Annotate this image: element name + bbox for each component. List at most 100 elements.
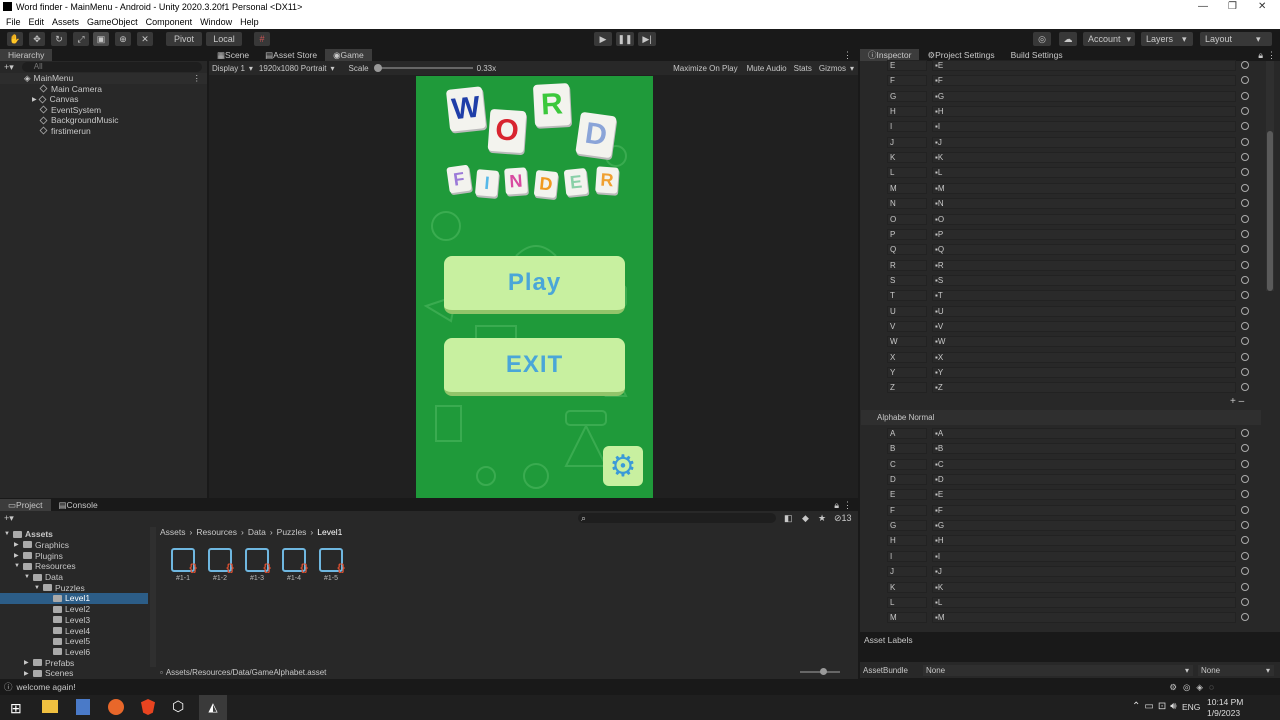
hierarchy-item[interactable]: Main Camera [0,84,207,95]
breadcrumb-item[interactable]: Data [248,527,266,537]
expand-arrow-icon[interactable]: ▶ [32,96,37,103]
sprite-object-field[interactable]: ▪H [932,535,1236,547]
sprite-object-field[interactable]: ▪G [932,520,1236,532]
expand-arrow-icon[interactable]: ▶ [14,552,20,559]
hierarchy-item[interactable]: ▶ Canvas [0,94,207,105]
play-icon[interactable]: ▶ [594,32,612,46]
sprite-object-field[interactable]: ▪T [932,290,1236,302]
collab-icon[interactable]: ◎ [1033,32,1051,46]
sprite-object-field[interactable]: ▪J [932,136,1236,148]
grid-snap-icon[interactable]: # [254,32,270,46]
add-icon[interactable]: +▾ [4,513,14,524]
expand-arrow-icon[interactable]: ▼ [14,563,20,569]
breadcrumb-item[interactable]: Puzzles [277,527,307,537]
breadcrumb-item[interactable]: Resources [196,527,237,537]
project-search-input[interactable]: ⌕ [578,513,776,523]
object-picker-icon[interactable] [1241,214,1249,223]
project-tree-item[interactable]: Level3 [0,615,148,626]
letter-key-field[interactable]: L [887,596,927,608]
object-picker-icon[interactable] [1241,429,1249,437]
transform-tool-icon[interactable]: ⊕ [115,32,131,46]
tab-game[interactable]: ◉ Game [325,49,372,61]
sprite-object-field[interactable]: ▪V [932,320,1236,332]
sprite-object-field[interactable]: ▪E [932,60,1236,71]
object-picker-icon[interactable] [1241,613,1249,622]
file-explorer-icon[interactable] [42,700,58,713]
sprite-object-field[interactable]: ▪B [932,443,1236,455]
menu-window[interactable]: Window [200,17,232,27]
sprite-object-field[interactable]: ▪A [932,428,1236,439]
sprite-object-field[interactable]: ▪F [932,504,1236,516]
scene-row[interactable]: ◈ MainMenu ⋮ [0,73,207,84]
letter-key-field[interactable]: J [887,566,927,578]
scrollbar-thumb[interactable] [1267,131,1273,291]
brave-icon[interactable] [141,699,155,715]
object-picker-icon[interactable] [1241,337,1249,346]
letter-key-field[interactable]: I [887,121,927,133]
account-dropdown[interactable]: Account ▾ [1083,32,1135,46]
expand-arrow-icon[interactable]: ▼ [34,585,40,591]
sprite-object-field[interactable]: ▪G [932,90,1236,102]
calculator-icon[interactable] [76,699,90,715]
object-picker-icon[interactable] [1241,567,1249,576]
sprite-object-field[interactable]: ▪J [932,566,1236,578]
menu-component[interactable]: Component [146,17,193,27]
list-add-icon[interactable]: + – [1230,396,1244,407]
sprite-object-field[interactable]: ▪Y [932,367,1236,378]
settings-game-button[interactable]: ⚙ [603,446,643,486]
stats-toggle[interactable]: Stats [794,64,812,73]
language-indicator[interactable]: ENG [1182,702,1200,712]
kebab-menu-icon[interactable]: ⋮ [1267,50,1276,61]
letter-key-field[interactable]: C [887,458,927,470]
object-picker-icon[interactable] [1241,122,1249,131]
letter-key-field[interactable]: K [887,581,927,593]
letter-key-field[interactable]: T [887,290,927,302]
close-button[interactable]: ✕ [1258,1,1266,12]
object-picker-icon[interactable] [1241,306,1249,315]
object-picker-icon[interactable] [1241,368,1249,376]
expand-arrow-icon[interactable]: ▶ [14,541,20,548]
sprite-object-field[interactable]: ▪S [932,274,1236,286]
sprite-object-field[interactable]: ▪M [932,182,1236,194]
sprite-object-field[interactable]: ▪W [932,336,1236,348]
sprite-object-field[interactable]: ▪D [932,474,1236,486]
asset-variant-dropdown[interactable]: None ▾ [1198,664,1274,676]
menu-file[interactable]: File [6,17,21,27]
letter-key-field[interactable]: M [887,612,927,624]
object-picker-icon[interactable] [1241,76,1249,85]
project-tree-item[interactable]: ▶ Graphics [0,540,148,551]
letter-key-field[interactable]: B [887,443,927,455]
tree-scrollbar[interactable] [150,527,156,667]
letter-key-field[interactable]: D [887,474,927,486]
breadcrumb-item[interactable]: Assets [160,527,186,537]
letter-key-field[interactable]: Z [887,382,927,394]
play-game-button[interactable]: Play [444,256,625,314]
unity-editor-icon[interactable]: ◭ [199,695,227,720]
object-picker-icon[interactable] [1241,137,1249,146]
letter-key-field[interactable]: F [887,75,927,87]
object-picker-icon[interactable] [1241,383,1249,392]
object-picker-icon[interactable] [1241,597,1249,606]
project-tree-item[interactable]: ▼ Assets [0,529,148,540]
mute-audio-toggle[interactable]: Mute Audio [747,64,787,73]
pivot-toggle[interactable]: Pivot [166,32,202,46]
object-picker-icon[interactable] [1241,521,1249,530]
sprite-object-field[interactable]: ▪P [932,228,1236,240]
hand-tool-icon[interactable]: ✋ [7,32,23,46]
tab-console[interactable]: ▤ Console [51,499,106,511]
project-tree-item[interactable]: Level6 [0,647,148,658]
icon-size-slider[interactable] [800,668,840,675]
object-picker-icon[interactable] [1241,107,1249,116]
expand-arrow-icon[interactable]: ▶ [24,670,30,677]
object-picker-icon[interactable] [1241,444,1249,453]
label-icon[interactable]: ◆ [802,513,809,524]
expand-arrow-icon[interactable]: ▼ [4,531,10,537]
sprite-object-field[interactable]: ▪E [932,489,1236,501]
object-picker-icon[interactable] [1241,229,1249,238]
menu-assets[interactable]: Assets [52,17,79,27]
scale-slider-handle[interactable] [373,64,382,72]
object-picker-icon[interactable] [1241,245,1249,254]
sprite-object-field[interactable]: ▪Q [932,244,1236,256]
letter-key-field[interactable]: H [887,535,927,547]
firefox-icon[interactable] [108,699,124,715]
